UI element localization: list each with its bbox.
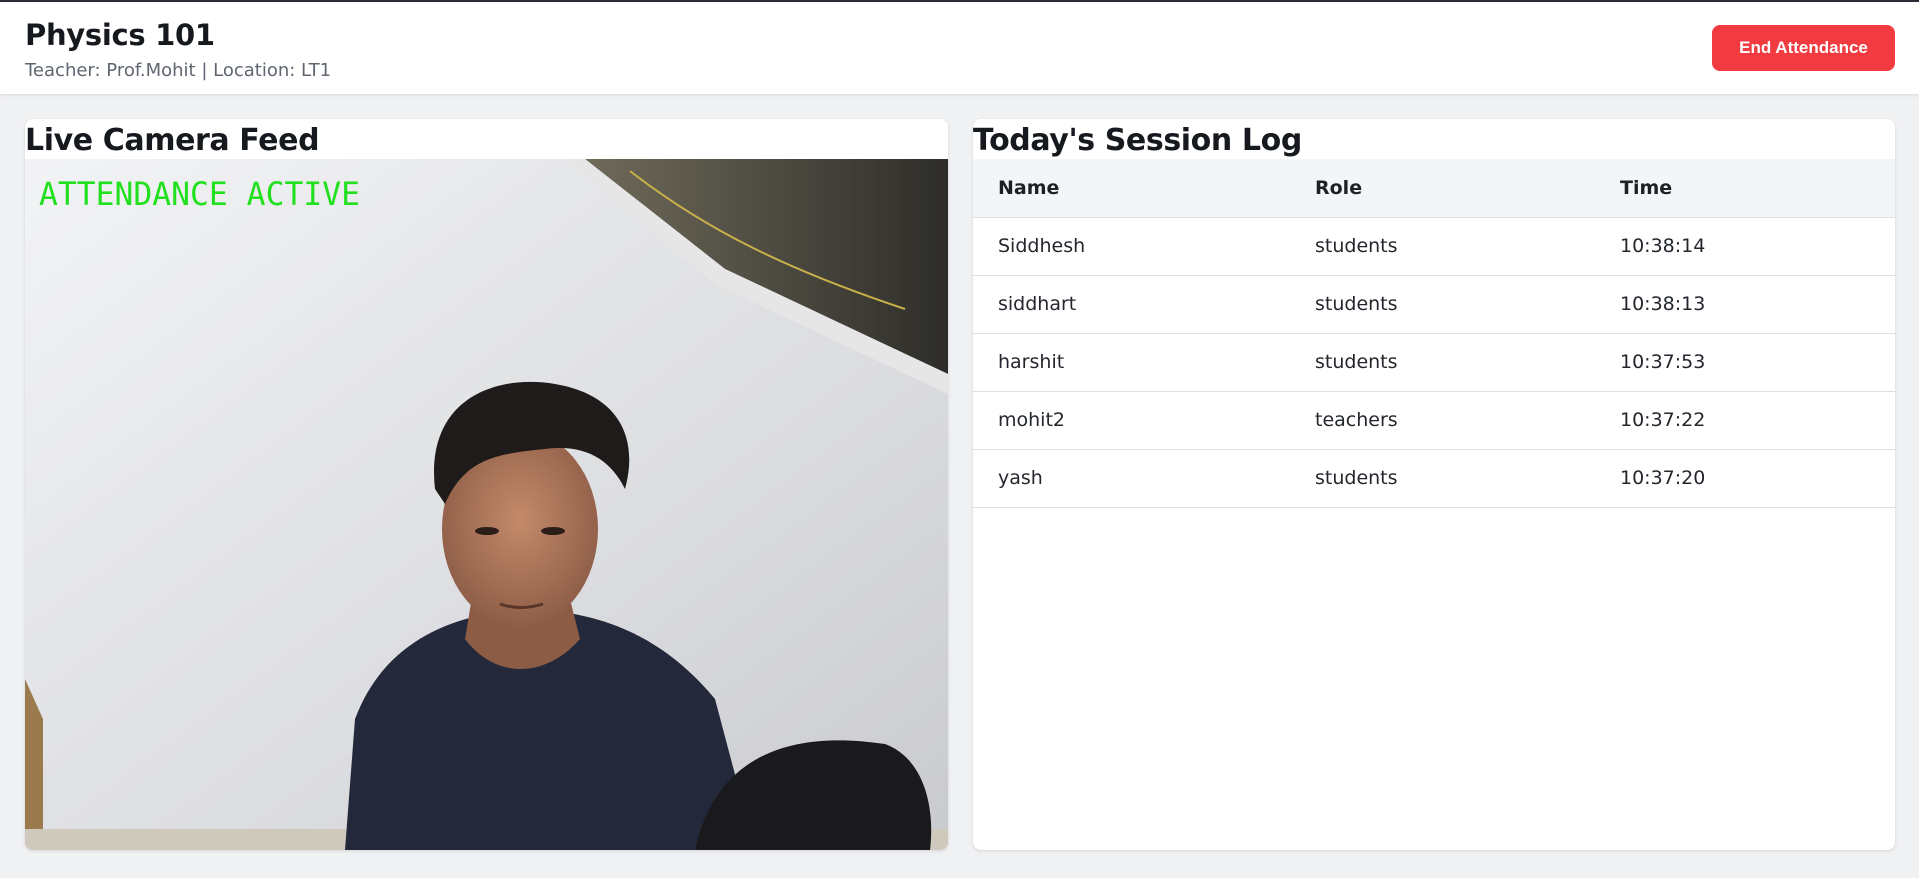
attendance-status-overlay: ATTENDANCE ACTIVE <box>39 175 360 213</box>
camera-panel: Live Camera Feed ATTENDANCE ACTIVE <box>25 119 948 850</box>
session-log-table: Name Role Time Siddhesh students 10:38:1… <box>973 159 1895 508</box>
cell-time: 10:38:13 <box>1595 275 1895 334</box>
column-header-time: Time <box>1595 159 1895 218</box>
cell-time: 10:38:14 <box>1595 217 1895 276</box>
cell-name: yash <box>973 449 1290 508</box>
cell-name: harshit <box>973 333 1290 392</box>
end-attendance-button[interactable]: End Attendance <box>1712 25 1895 71</box>
cell-role: students <box>1290 449 1595 508</box>
cell-name: Siddhesh <box>973 217 1290 276</box>
session-log-panel: Today's Session Log Name Role Time Siddh… <box>973 119 1895 850</box>
cell-name: siddhart <box>973 275 1290 334</box>
session-subtitle: Teacher: Prof.Mohit | Location: LT1 <box>25 60 332 81</box>
table-row: Siddhesh students 10:38:14 <box>973 217 1895 276</box>
cell-time: 10:37:53 <box>1595 333 1895 392</box>
cell-time: 10:37:22 <box>1595 391 1895 450</box>
column-header-name: Name <box>973 159 1290 218</box>
table-header-row: Name Role Time <box>973 159 1895 218</box>
table-row: harshit students 10:37:53 <box>973 333 1895 392</box>
cell-role: teachers <box>1290 391 1595 450</box>
table-row: yash students 10:37:20 <box>973 449 1895 508</box>
cell-role: students <box>1290 275 1595 334</box>
cell-time: 10:37:20 <box>1595 449 1895 508</box>
cell-role: students <box>1290 333 1595 392</box>
table-row: siddhart students 10:38:13 <box>973 275 1895 334</box>
course-title: Physics 101 <box>25 18 215 52</box>
session-header: Physics 101 Teacher: Prof.Mohit | Locati… <box>0 2 1919 94</box>
cell-name: mohit2 <box>973 391 1290 450</box>
session-log-title: Today's Session Log <box>973 123 1302 158</box>
camera-frame-image <box>25 159 948 850</box>
live-camera-feed: ATTENDANCE ACTIVE <box>25 159 948 850</box>
table-row: mohit2 teachers 10:37:22 <box>973 391 1895 450</box>
column-header-role: Role <box>1290 159 1595 218</box>
cell-role: students <box>1290 217 1595 276</box>
camera-panel-title: Live Camera Feed <box>25 123 320 158</box>
